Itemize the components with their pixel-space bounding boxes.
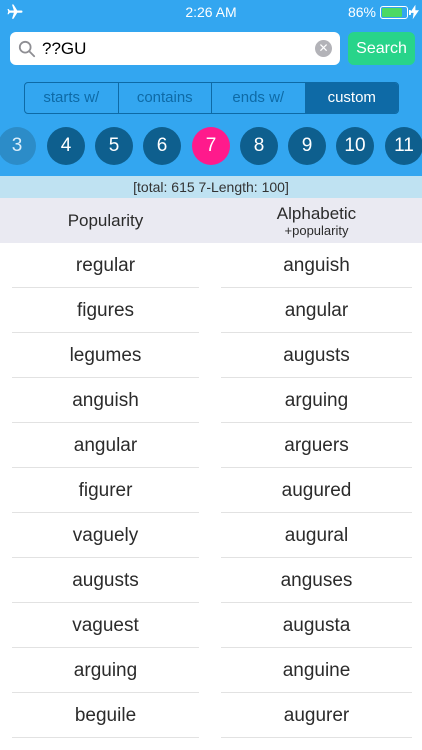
list-item[interactable]: arguing	[0, 648, 211, 693]
list-item[interactable]: figures	[0, 288, 211, 333]
segment-custom[interactable]: custom	[305, 83, 398, 113]
list-item[interactable]: augural	[211, 513, 422, 558]
segment-starts-with[interactable]: starts w/	[25, 83, 119, 113]
list-item[interactable]: angular	[0, 423, 211, 468]
list-item[interactable]: augusta	[211, 603, 422, 648]
alphabetic-column-header: Alphabetic +popularity	[211, 198, 422, 243]
clear-icon[interactable]: ✕	[315, 40, 332, 57]
length-button-7[interactable]: 7	[192, 127, 230, 165]
list-item[interactable]: augured	[211, 468, 422, 513]
word-length-selector: 3 4 5 6 7 8 9 10 11	[0, 127, 422, 167]
popularity-header-label: Popularity	[67, 211, 144, 230]
list-item[interactable]: regular	[0, 243, 211, 288]
list-item[interactable]: augusts	[0, 558, 211, 603]
battery-percent: 86%	[347, 4, 376, 20]
segment-ends-with[interactable]: ends w/	[212, 83, 306, 113]
list-item[interactable]: anguish	[0, 378, 211, 423]
popularity-column-header: Popularity	[0, 198, 211, 243]
list-item[interactable]: arguing	[211, 378, 422, 423]
length-button-6[interactable]: 6	[143, 127, 181, 165]
list-item[interactable]: augusts	[211, 333, 422, 378]
list-item[interactable]: augurer	[211, 693, 422, 738]
search-button[interactable]: Search	[348, 32, 415, 65]
length-button-9[interactable]: 9	[288, 127, 326, 165]
search-input[interactable]	[42, 36, 312, 61]
list-item[interactable]: legumes	[0, 333, 211, 378]
list-item[interactable]: angular	[211, 288, 422, 333]
alphabetic-header-sublabel: +popularity	[284, 223, 349, 238]
search-field[interactable]: ✕	[10, 32, 340, 65]
list-item[interactable]: anguish	[211, 243, 422, 288]
list-item[interactable]: vaguest	[0, 603, 211, 648]
search-icon	[18, 40, 36, 58]
match-mode-segmented-control: starts w/ contains ends w/ custom	[24, 82, 399, 114]
list-item[interactable]: figurer	[0, 468, 211, 513]
list-item[interactable]: arguers	[211, 423, 422, 468]
list-item[interactable]: anguses	[211, 558, 422, 603]
battery-icon	[380, 6, 411, 19]
list-item[interactable]: vaguely	[0, 513, 211, 558]
length-button-4[interactable]: 4	[47, 127, 85, 165]
charging-bolt-icon	[410, 4, 419, 20]
length-button-8[interactable]: 8	[240, 127, 278, 165]
status-bar: 2:26 AM 86%	[0, 0, 422, 24]
length-button-5[interactable]: 5	[95, 127, 133, 165]
result-summary: [total: 615 7-Length: 100]	[0, 176, 422, 198]
list-item[interactable]: anguine	[211, 648, 422, 693]
length-button-3[interactable]: 3	[0, 127, 36, 165]
length-button-10[interactable]: 10	[336, 127, 374, 165]
battery-fill	[382, 8, 402, 17]
header-area: 2:26 AM 86% ✕ Search starts w/ contains …	[0, 0, 422, 176]
alphabetic-list: anguish angular augusts arguing arguers …	[211, 243, 422, 738]
length-button-11[interactable]: 11	[385, 127, 422, 165]
list-item[interactable]: beguile	[0, 693, 211, 738]
segment-contains[interactable]: contains	[119, 83, 212, 113]
alphabetic-header-label: Alphabetic	[276, 204, 357, 223]
popularity-list: regular figures legumes anguish angular …	[0, 243, 211, 738]
